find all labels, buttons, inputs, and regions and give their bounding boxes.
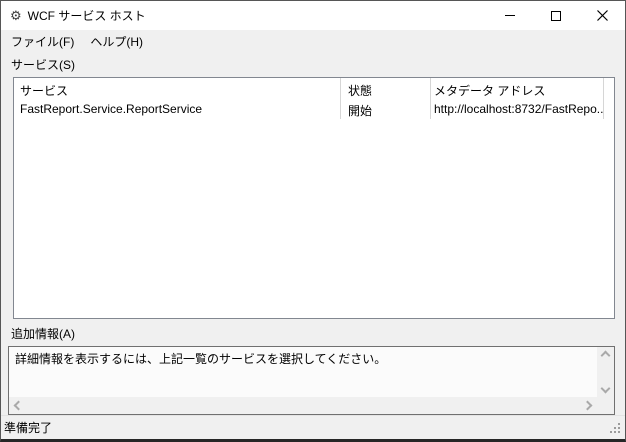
listview-header: サービス 状態 メタデータ アドレス [14, 78, 614, 100]
horizontal-scrollbar[interactable] [9, 397, 597, 414]
status-text: 準備完了 [4, 421, 53, 435]
vertical-scrollbar[interactable] [597, 347, 614, 397]
column-header-service[interactable]: サービス [14, 78, 340, 100]
scrollbar-corner [597, 397, 614, 414]
status-bar: 準備完了 [1, 415, 625, 439]
minimize-button[interactable] [487, 1, 533, 30]
cell-service-name: FastReport.Service.ReportService [20, 102, 203, 116]
additional-info-box[interactable]: 詳細情報を表示するには、上記一覧のサービスを選択してください。 [8, 346, 615, 415]
column-header-status[interactable]: 状態 [340, 78, 430, 100]
column-header-metadata-address[interactable]: メタデータ アドレス [430, 78, 603, 100]
table-row[interactable]: FastReport.Service.ReportService 開始 http… [14, 100, 614, 119]
close-icon [596, 10, 608, 21]
maximize-button[interactable] [533, 1, 579, 30]
title-bar[interactable]: ⚙ WCF サービス ホスト [1, 1, 625, 30]
close-button[interactable] [579, 1, 625, 30]
window-controls [487, 1, 625, 30]
services-label: サービス(S) [11, 58, 75, 72]
window-title: WCF サービス ホスト [27, 9, 146, 23]
scroll-down-icon[interactable] [600, 383, 611, 394]
column-separator [430, 78, 431, 119]
maximize-icon [551, 10, 561, 21]
cell-metadata-address: http://localhost:8732/FastRepo... [434, 102, 603, 116]
wcf-service-host-window: ⚙ WCF サービス ホスト ファイル(F) ヘルプ(H) サービス(S) サー… [0, 0, 626, 442]
gear-icon: ⚙ [10, 8, 22, 23]
scroll-up-icon[interactable] [600, 350, 611, 361]
column-separator [340, 78, 341, 119]
minimize-icon [505, 15, 515, 16]
cell-service-status: 開始 [348, 104, 373, 118]
services-listview[interactable]: サービス 状態 メタデータ アドレス FastReport.Service.Re… [13, 77, 615, 319]
additional-info-text: 詳細情報を表示するには、上記一覧のサービスを選択してください。 [15, 352, 387, 366]
resize-grip-icon[interactable] [610, 423, 622, 435]
menu-help[interactable]: ヘルプ(H) [82, 30, 151, 53]
additional-info-label: 追加情報(A) [11, 327, 75, 341]
menu-file[interactable]: ファイル(F) [3, 30, 82, 53]
column-separator [603, 78, 604, 119]
scroll-left-icon[interactable] [13, 400, 24, 411]
scroll-right-icon[interactable] [582, 400, 593, 411]
menu-bar: ファイル(F) ヘルプ(H) [1, 30, 625, 53]
